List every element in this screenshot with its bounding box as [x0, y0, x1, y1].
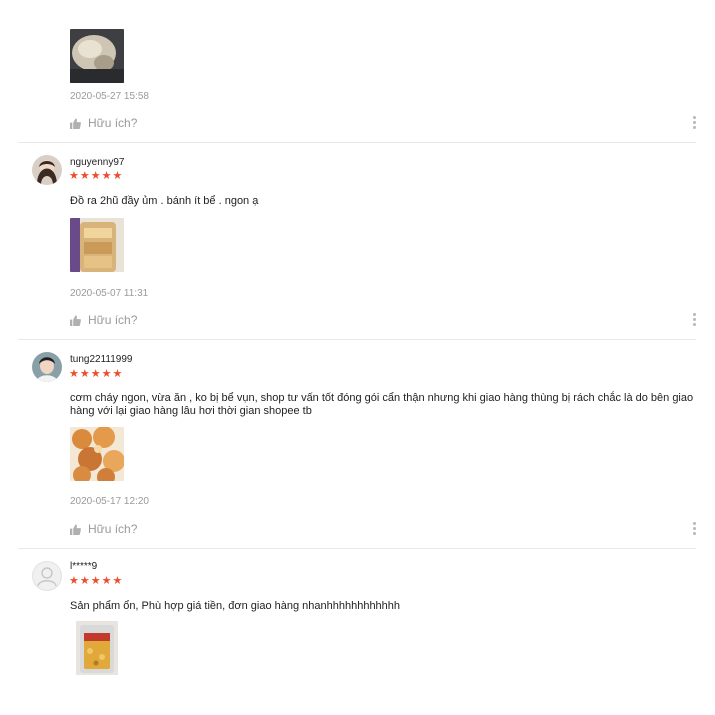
- rating-stars: ★★★★★: [69, 575, 124, 587]
- review-photo[interactable]: [70, 29, 124, 83]
- user-placeholder-icon: [37, 567, 57, 587]
- avatar-image: [32, 352, 62, 382]
- review-username: nguyenny97: [70, 157, 125, 168]
- review-divider: [18, 339, 696, 340]
- avatar[interactable]: [32, 561, 62, 591]
- helpful-label: Hữu ích?: [88, 313, 138, 327]
- review-photo[interactable]: [70, 427, 124, 481]
- helpful-button[interactable]: Hữu ích?: [70, 116, 137, 130]
- thumbs-up-icon: [70, 523, 81, 535]
- review-photo-image: [70, 427, 124, 481]
- review-comment: cơm cháy ngon, vừa ăn , ko bị bể vụn, sh…: [70, 392, 694, 417]
- review-username: tung22111999: [70, 354, 133, 365]
- helpful-label: Hữu ích?: [88, 116, 138, 130]
- review-timestamp: 2020-05-07 11:31: [70, 288, 149, 299]
- thumbs-up-icon: [70, 117, 81, 129]
- avatar-image: [32, 155, 62, 185]
- review-username: l*****9: [70, 561, 98, 572]
- review-divider: [18, 548, 696, 549]
- review-photo-image: [70, 218, 124, 272]
- review-photo-image: [70, 29, 124, 83]
- rating-stars: ★★★★★: [69, 170, 124, 182]
- helpful-button[interactable]: Hữu ích?: [70, 313, 137, 327]
- review-comment: Sản phẩm ổn, Phù hợp giá tiền, đơn giao …: [70, 600, 401, 612]
- more-vertical-icon[interactable]: [693, 313, 697, 327]
- review-photo[interactable]: [70, 218, 124, 272]
- helpful-button[interactable]: Hữu ích?: [70, 522, 137, 536]
- review-comment: Đồ ra 2hũ đầy ủm . bánh ít bể . ngon ạ: [70, 195, 259, 207]
- more-vertical-icon[interactable]: [693, 522, 697, 536]
- review-timestamp: 2020-05-17 12:20: [70, 496, 149, 507]
- thumbs-up-icon: [70, 314, 81, 326]
- more-vertical-icon[interactable]: [693, 116, 697, 130]
- review-divider: [18, 142, 696, 143]
- review-timestamp: 2020-05-27 15:58: [70, 91, 149, 102]
- avatar[interactable]: [32, 352, 62, 382]
- review-photo-image: [76, 621, 118, 675]
- review-photo[interactable]: [76, 621, 130, 675]
- avatar[interactable]: [32, 155, 62, 185]
- helpful-label: Hữu ích?: [88, 522, 138, 536]
- rating-stars: ★★★★★: [69, 368, 124, 380]
